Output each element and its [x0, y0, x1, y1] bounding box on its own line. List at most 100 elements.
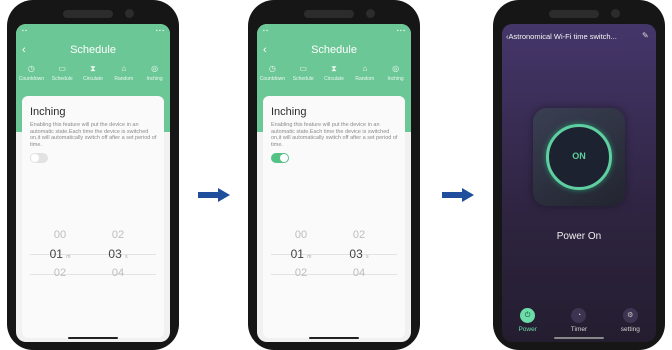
- tab-label: Countdown: [18, 76, 45, 82]
- card-description: Enabling this feature will put the devic…: [271, 122, 398, 148]
- wheel-value: 04: [352, 267, 366, 279]
- tab-countdown[interactable]: ◷ Countdown: [16, 64, 47, 82]
- device-title: ‹Astronomical Wi-Fi time switch...: [506, 32, 652, 41]
- tab-label: Random: [114, 76, 134, 82]
- minutes-wheel[interactable]: 00 01 m 02: [40, 226, 80, 282]
- wheel-value: 02: [352, 229, 366, 241]
- seconds-wheel[interactable]: 02 03 s 04: [98, 226, 138, 282]
- seconds-wheel[interactable]: 02 03 s 04: [339, 226, 379, 282]
- calendar-icon: ▭: [58, 64, 66, 73]
- inching-icon: ◎: [392, 64, 400, 73]
- page-title: Schedule: [70, 44, 116, 56]
- tab-countdown[interactable]: ◷ Countdown: [257, 64, 288, 82]
- earpiece: [63, 10, 113, 18]
- nav-power[interactable]: ⏻ Power: [508, 308, 548, 333]
- random-icon: ⌂: [362, 64, 368, 73]
- nav-label: setting: [620, 326, 640, 333]
- page-title: Schedule: [311, 44, 357, 56]
- arrow-right-icon: [198, 188, 230, 202]
- tab-inching[interactable]: ◎ Inching: [380, 64, 411, 82]
- tab-inching[interactable]: ◎ Inching: [139, 64, 170, 82]
- home-indicator: [554, 337, 604, 339]
- unit-label: m: [66, 254, 71, 260]
- power-toggle-button[interactable]: ON: [546, 124, 612, 190]
- power-state-label: ON: [572, 151, 586, 161]
- time-picker[interactable]: 00 01 m 02 02 03 s 04: [271, 214, 397, 314]
- nav-setting[interactable]: ⚙ setting: [610, 308, 650, 333]
- wheel-value: 02: [53, 267, 67, 279]
- hourglass-icon: ⧗: [90, 64, 96, 73]
- wheel-selected-value: 03: [349, 247, 363, 261]
- schedule-screen-2: ▪ ▪ ▪ ▪ ▪ ‹ Schedule ◷ Countdown ▭ Schedule…: [257, 24, 411, 342]
- wheel-value: 02: [111, 229, 125, 241]
- wheel-value: 04: [111, 267, 125, 279]
- inching-icon: ◎: [151, 64, 159, 73]
- phone-frame-3: ‹Astronomical Wi-Fi time switch... ✎ ON …: [493, 0, 665, 350]
- camera-dot: [611, 9, 620, 18]
- schedule-screen-1: ▪ ▪ ▪ ▪ ▪ ‹ Schedule ◷ Countdown ▭ Schedule…: [16, 24, 170, 342]
- settings-icon: ⚙: [622, 308, 638, 323]
- calendar-icon: ▭: [299, 64, 307, 73]
- edit-icon[interactable]: ✎: [642, 31, 649, 40]
- card-title: Inching: [30, 106, 66, 118]
- nav-label: Power: [518, 326, 537, 333]
- seconds-selected: 03 s: [98, 244, 138, 264]
- home-indicator: [309, 337, 359, 339]
- schedule-tabs: ◷ Countdown ▭ Schedule ⧗ Circulate ⌂ Random …: [257, 64, 411, 82]
- card-title: Inching: [271, 106, 307, 118]
- nav-timer[interactable]: ◔ Timer: [559, 308, 599, 333]
- minutes-wheel[interactable]: 00 01 m 02: [281, 226, 321, 282]
- wheel-value: 00: [53, 229, 67, 241]
- tab-label: Countdown: [259, 76, 286, 82]
- countdown-icon: ◷: [27, 64, 35, 73]
- wheel-selected-value: 01: [49, 247, 63, 261]
- schedule-tabs: ◷ Countdown ▭ Schedule ⧗ Circulate ⌂ Random …: [16, 64, 170, 82]
- phone-frame-2: ▪ ▪ ▪ ▪ ▪ ‹ Schedule ◷ Countdown ▭ Schedule…: [248, 0, 420, 350]
- phone-frame-1: ▪ ▪ ▪ ▪ ▪ ‹ Schedule ◷ Countdown ▭ Schedule…: [7, 0, 179, 350]
- earpiece: [549, 10, 599, 18]
- random-icon: ⌂: [121, 64, 127, 73]
- countdown-icon: ◷: [268, 64, 276, 73]
- time-picker[interactable]: 00 01 m 02 02 03 s 04: [30, 214, 156, 314]
- seconds-selected: 03 s: [339, 244, 379, 264]
- inching-toggle[interactable]: [30, 153, 48, 163]
- tutorial-stage: ▪ ▪ ▪ ▪ ▪ ‹ Schedule ◷ Countdown ▭ Schedule…: [0, 0, 672, 350]
- tab-label: Circulate: [83, 76, 103, 82]
- device-title-text: Astronomical Wi-Fi time switch...: [508, 32, 617, 41]
- home-indicator: [68, 337, 118, 339]
- tab-label: Schedule: [292, 76, 314, 82]
- tab-random[interactable]: ⌂ Random: [349, 64, 380, 82]
- tab-schedule[interactable]: ▭ Schedule: [288, 64, 319, 82]
- tab-label: Circulate: [324, 76, 344, 82]
- arrow-right-icon: [442, 188, 474, 202]
- minutes-selected: 01 m: [40, 244, 80, 264]
- inching-card: Inching Enabling this feature will put t…: [22, 96, 164, 338]
- tab-label: Inching: [387, 76, 404, 82]
- tab-schedule[interactable]: ▭ Schedule: [47, 64, 78, 82]
- unit-label: s: [125, 254, 128, 260]
- card-description: Enabling this feature will put the devic…: [30, 122, 157, 148]
- camera-dot: [366, 9, 375, 18]
- tab-label: Schedule: [51, 76, 73, 82]
- unit-label: s: [366, 254, 369, 260]
- power-icon: ⏻: [520, 308, 536, 323]
- hourglass-icon: ⧗: [331, 64, 337, 73]
- toggle-knob: [31, 154, 39, 162]
- power-button-panel: ON: [533, 108, 625, 206]
- earpiece: [304, 10, 354, 18]
- tab-label: Random: [355, 76, 375, 82]
- unit-label: m: [307, 254, 312, 260]
- wheel-selected-value: 03: [108, 247, 122, 261]
- minutes-selected: 01 m: [281, 244, 321, 264]
- tab-circulate[interactable]: ⧗ Circulate: [319, 64, 350, 82]
- inching-toggle[interactable]: [271, 153, 289, 163]
- nav-label: Timer: [570, 326, 588, 333]
- inching-card: Inching Enabling this feature will put t…: [263, 96, 405, 338]
- wheel-value: 02: [294, 267, 308, 279]
- device-screen: ‹Astronomical Wi-Fi time switch... ✎ ON …: [502, 24, 656, 342]
- timer-icon: ◔: [571, 308, 587, 323]
- power-status-text: Power On: [556, 231, 602, 242]
- toggle-knob: [280, 154, 288, 162]
- tab-random[interactable]: ⌂ Random: [108, 64, 139, 82]
- tab-circulate[interactable]: ⧗ Circulate: [78, 64, 109, 82]
